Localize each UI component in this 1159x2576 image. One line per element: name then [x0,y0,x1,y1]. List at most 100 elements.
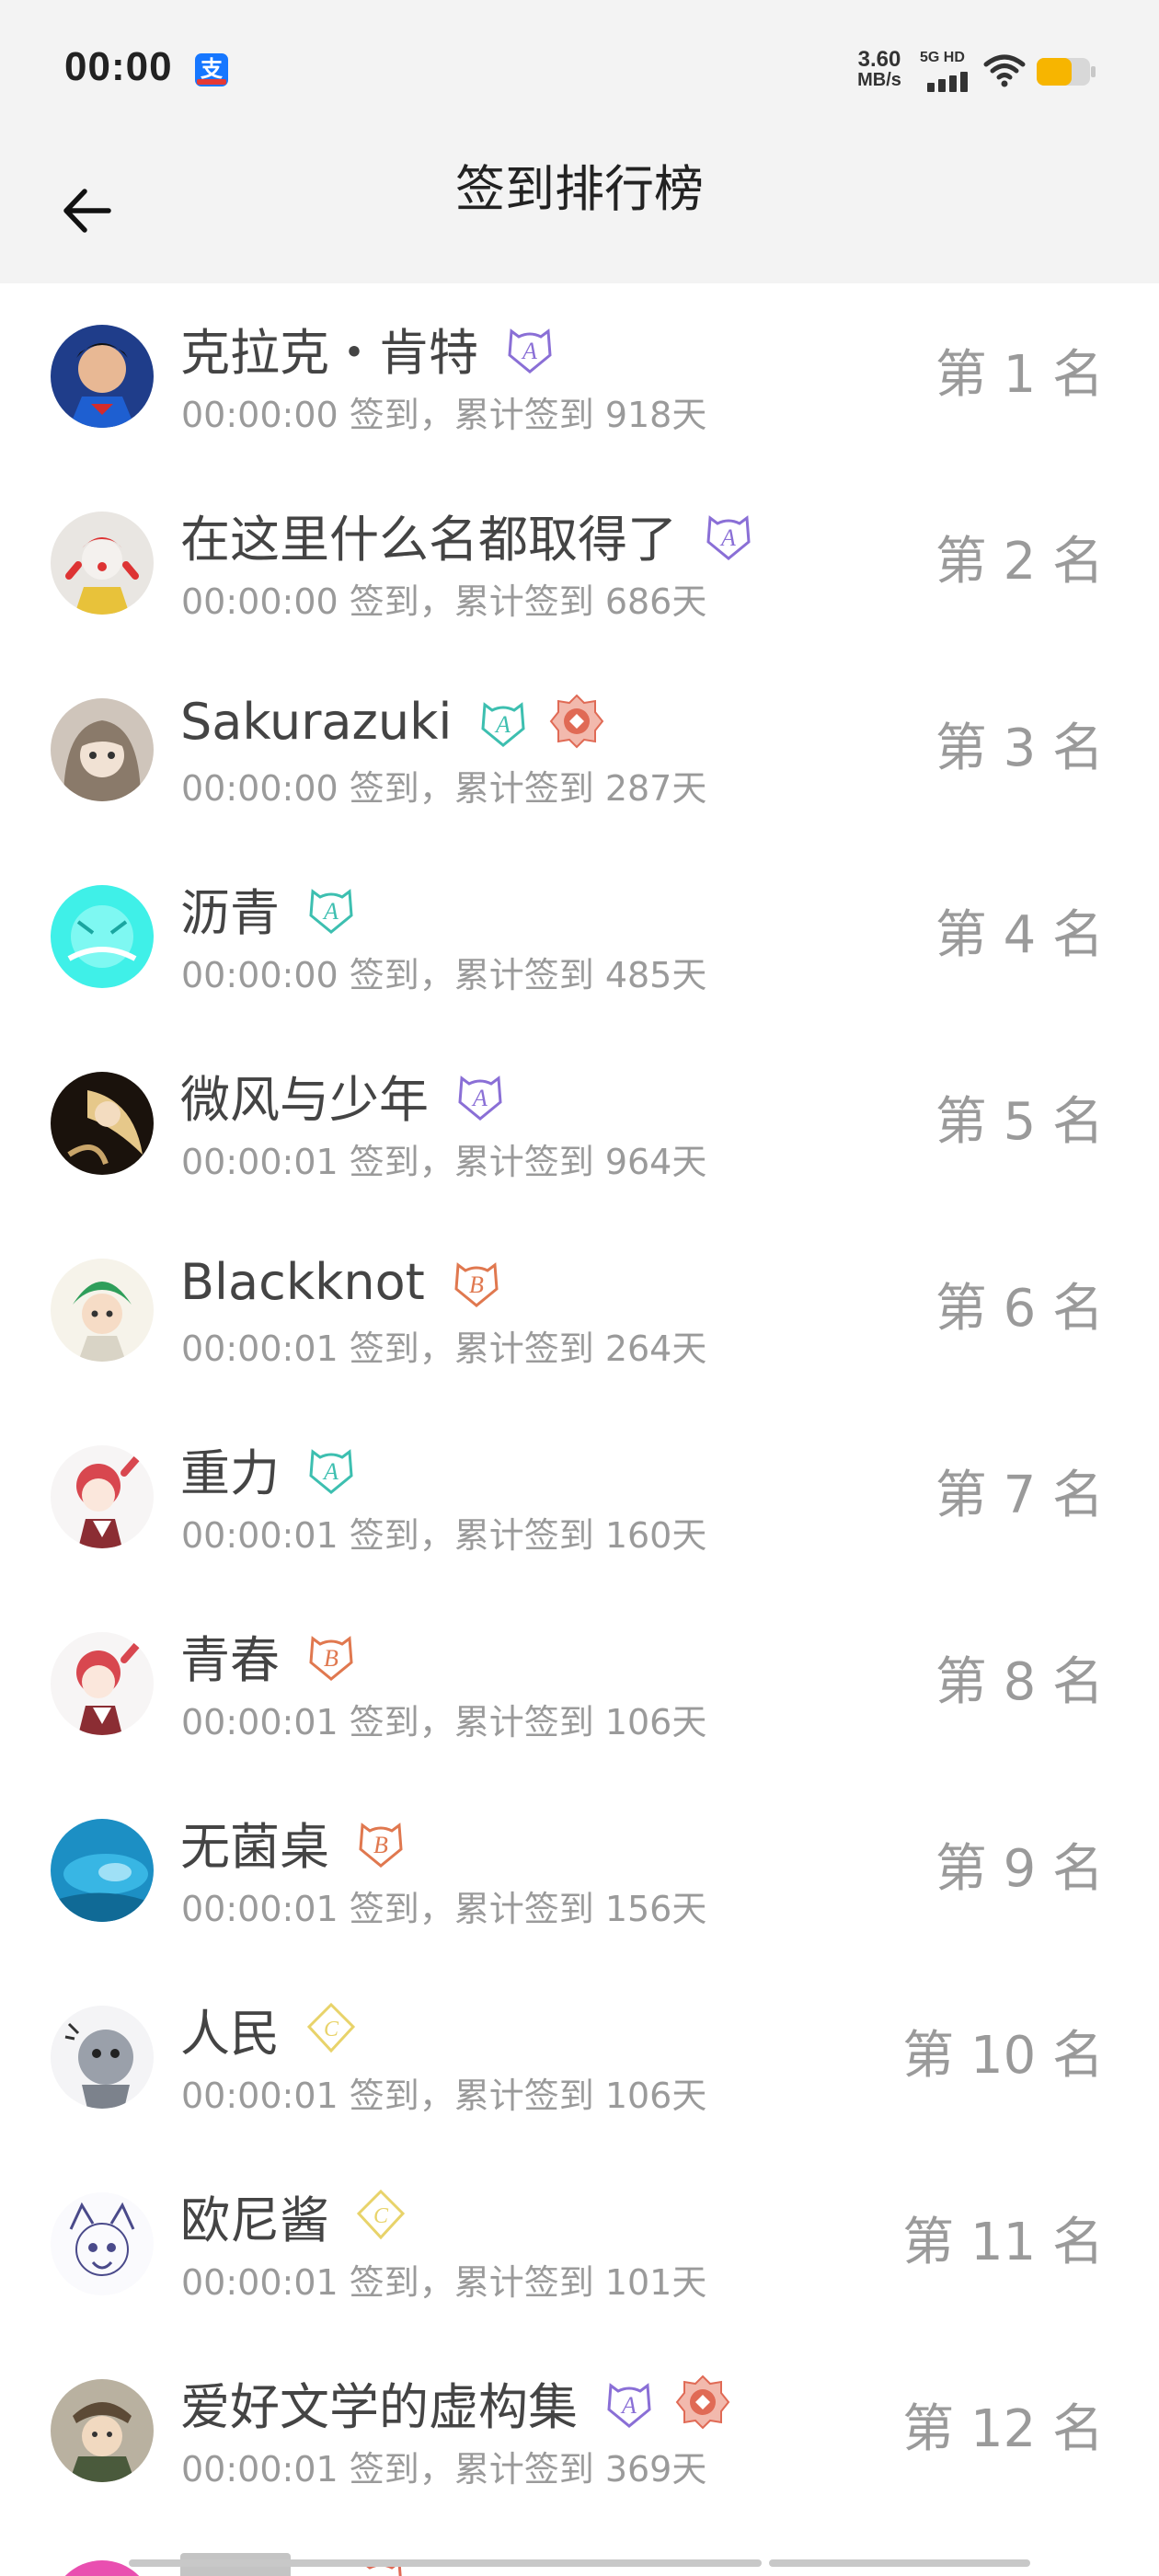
user-name: 爱好文学的虚构集 [180,2377,578,2436]
status-bar: 00:00 支 3.60 MB/s 5G HD [0,0,1159,140]
ranking-row[interactable]: 沥青 A 00:00:00 签到，累计签到 485天 第 4 名 [0,844,1159,1030]
ranking-row[interactable]: Blackknot B 00:00:01 签到，累计签到 264天 第 6 名 [0,1217,1159,1404]
level-b-badge-icon: B [309,1636,353,1681]
battery-icon [1037,58,1096,86]
ranking-row[interactable]: 微风与少年 A 00:00:01 签到，累计签到 964天 第 5 名 [0,1030,1159,1217]
user-name: Sakurazuki [180,692,453,751]
horizontal-scroll-indicator [129,2559,1030,2567]
user-name: 无菌桌 [180,1817,329,1876]
scroll-segment [769,2559,1030,2567]
svg-text:B: B [373,1832,388,1858]
avatar[interactable] [51,1819,154,1922]
svg-text:C: C [373,2204,389,2228]
ranking-row[interactable]: 在这里什么名都取得了 A 00:00:00 签到，累计签到 686天 第 2 名 [0,470,1159,657]
level-b-badge-icon: B [454,1262,499,1307]
rank-label: 第 6 名 [935,1279,1104,1339]
user-name: 欧尼酱 [180,2191,329,2249]
user-name: 人民 [180,2004,280,2063]
avatar[interactable] [51,1072,154,1175]
svg-text:A: A [322,1458,339,1485]
network-speed-value: 3.60 [857,47,901,72]
avatar[interactable] [51,1259,154,1362]
user-name: 克拉克・肯特 [180,323,478,382]
level-a-badge-icon: A [309,889,353,934]
checkin-info: 00:00:00 签到，累计签到 287天 [181,768,707,809]
rank-label: 第 3 名 [935,719,1104,778]
level-a-badge-icon: A [607,2383,651,2428]
alipay-icon: 支 [195,53,228,86]
user-name: 微风与少年 [180,1070,429,1129]
battery-level [1037,58,1072,86]
checkin-info: 00:00:01 签到，累计签到 106天 [181,2076,707,2116]
level-c-badge-icon: C [306,2002,356,2053]
svg-text:B: B [324,1645,339,1672]
ranking-row[interactable]: 青春 B 00:00:01 签到，累计签到 106天 第 8 名 [0,1591,1159,1777]
ranking-row[interactable]: 克拉克・肯特 A 00:00:00 签到，累计签到 918天 第 1 名 [0,283,1159,470]
user-name: 重力 [180,1443,280,1502]
ranking-row[interactable]: 无菌桌 B 00:00:01 签到，累计签到 156天 第 9 名 [0,1777,1159,1964]
checkin-info: 00:00:01 签到，累计签到 369天 [181,2449,707,2490]
rank-label: 第 10 名 [902,2026,1104,2086]
ranking-row-partial[interactable] [0,2525,1159,2576]
network-speed-unit: MB/s [857,70,901,90]
cell-signal-icon: 5G HD [920,50,973,92]
avatar[interactable] [51,2006,154,2109]
svg-text:A: A [521,338,537,364]
level-b-badge-icon: B [359,1823,403,1868]
checkin-info: 00:00:01 签到，累计签到 156天 [181,1889,707,1929]
svg-text:A: A [620,2392,637,2419]
avatar[interactable] [51,325,154,428]
svg-text:B: B [469,1271,484,1298]
rank-label: 第 4 名 [935,905,1104,965]
rank-label: 第 8 名 [935,1652,1104,1712]
level-a-badge-icon: A [508,328,552,374]
level-a-badge-icon: A [481,702,525,747]
avatar[interactable] [51,2379,154,2482]
checkin-info: 00:00:00 签到，累计签到 485天 [181,955,707,995]
checkin-info: 00:00:01 签到，累计签到 106天 [181,1702,707,1742]
rank-label: 第 1 名 [935,345,1104,405]
checkin-info: 00:00:00 签到，累计签到 918天 [181,395,707,435]
checkin-info: 00:00:01 签到，累计签到 264天 [181,1328,707,1369]
top-app-bar: 签到排行榜 [0,140,1159,283]
svg-text:A: A [471,1085,488,1111]
level-c-badge-icon: C [356,2189,406,2240]
checkin-info: 00:00:01 签到，累计签到 160天 [181,1515,707,1556]
level-a-badge-icon: A [458,1075,502,1121]
rank-label: 第 9 名 [935,1839,1104,1899]
signal-label: 5G HD [920,50,965,65]
ranking-row[interactable]: 重力 A 00:00:01 签到，累计签到 160天 第 7 名 [0,1404,1159,1591]
checkin-info: 00:00:01 签到，累计签到 964天 [181,1142,707,1182]
avatar[interactable] [51,698,154,801]
checkin-info: 00:00:01 签到，累计签到 101天 [181,2262,707,2303]
level-a-badge-icon: A [706,515,751,560]
rank-label: 第 5 名 [935,1092,1104,1152]
avatar[interactable] [51,2192,154,2295]
rank-label: 第 11 名 [902,2213,1104,2272]
ranking-row[interactable]: 欧尼酱 C 00:00:01 签到，累计签到 101天 第 11 名 [0,2151,1159,2338]
ranking-row[interactable]: Sakurazuki A 00:00:00 签到，累计签到 287天 第 3 名 [0,657,1159,844]
medal-badge-icon [675,2375,730,2430]
avatar[interactable] [51,1445,154,1548]
scroll-segment [129,2559,762,2567]
page-title: 签到排行榜 [455,160,704,218]
svg-text:A: A [719,524,736,551]
svg-text:C: C [324,2018,339,2041]
user-name: 在这里什么名都取得了 [180,510,677,569]
rank-label: 第 12 名 [902,2399,1104,2459]
rank-label: 第 7 名 [935,1466,1104,1525]
user-name: Blackknot [180,1252,425,1311]
user-name: 沥青 [180,883,280,942]
medal-badge-icon [550,694,604,749]
ranking-row[interactable]: 爱好文学的虚构集 A 00:00:01 签到，累计签到 369天 第 12 名 [0,2338,1159,2524]
user-name: 青春 [180,1630,280,1689]
avatar[interactable] [51,512,154,615]
svg-text:A: A [494,711,511,738]
status-time: 00:00 [64,44,173,89]
ranking-row[interactable]: 人民 C 00:00:01 签到，累计签到 106天 第 10 名 [0,1964,1159,2151]
avatar[interactable] [51,1632,154,1735]
level-a-badge-icon: A [309,1449,353,1494]
rank-label: 第 2 名 [935,532,1104,592]
avatar[interactable] [51,885,154,988]
svg-text:A: A [322,898,339,925]
